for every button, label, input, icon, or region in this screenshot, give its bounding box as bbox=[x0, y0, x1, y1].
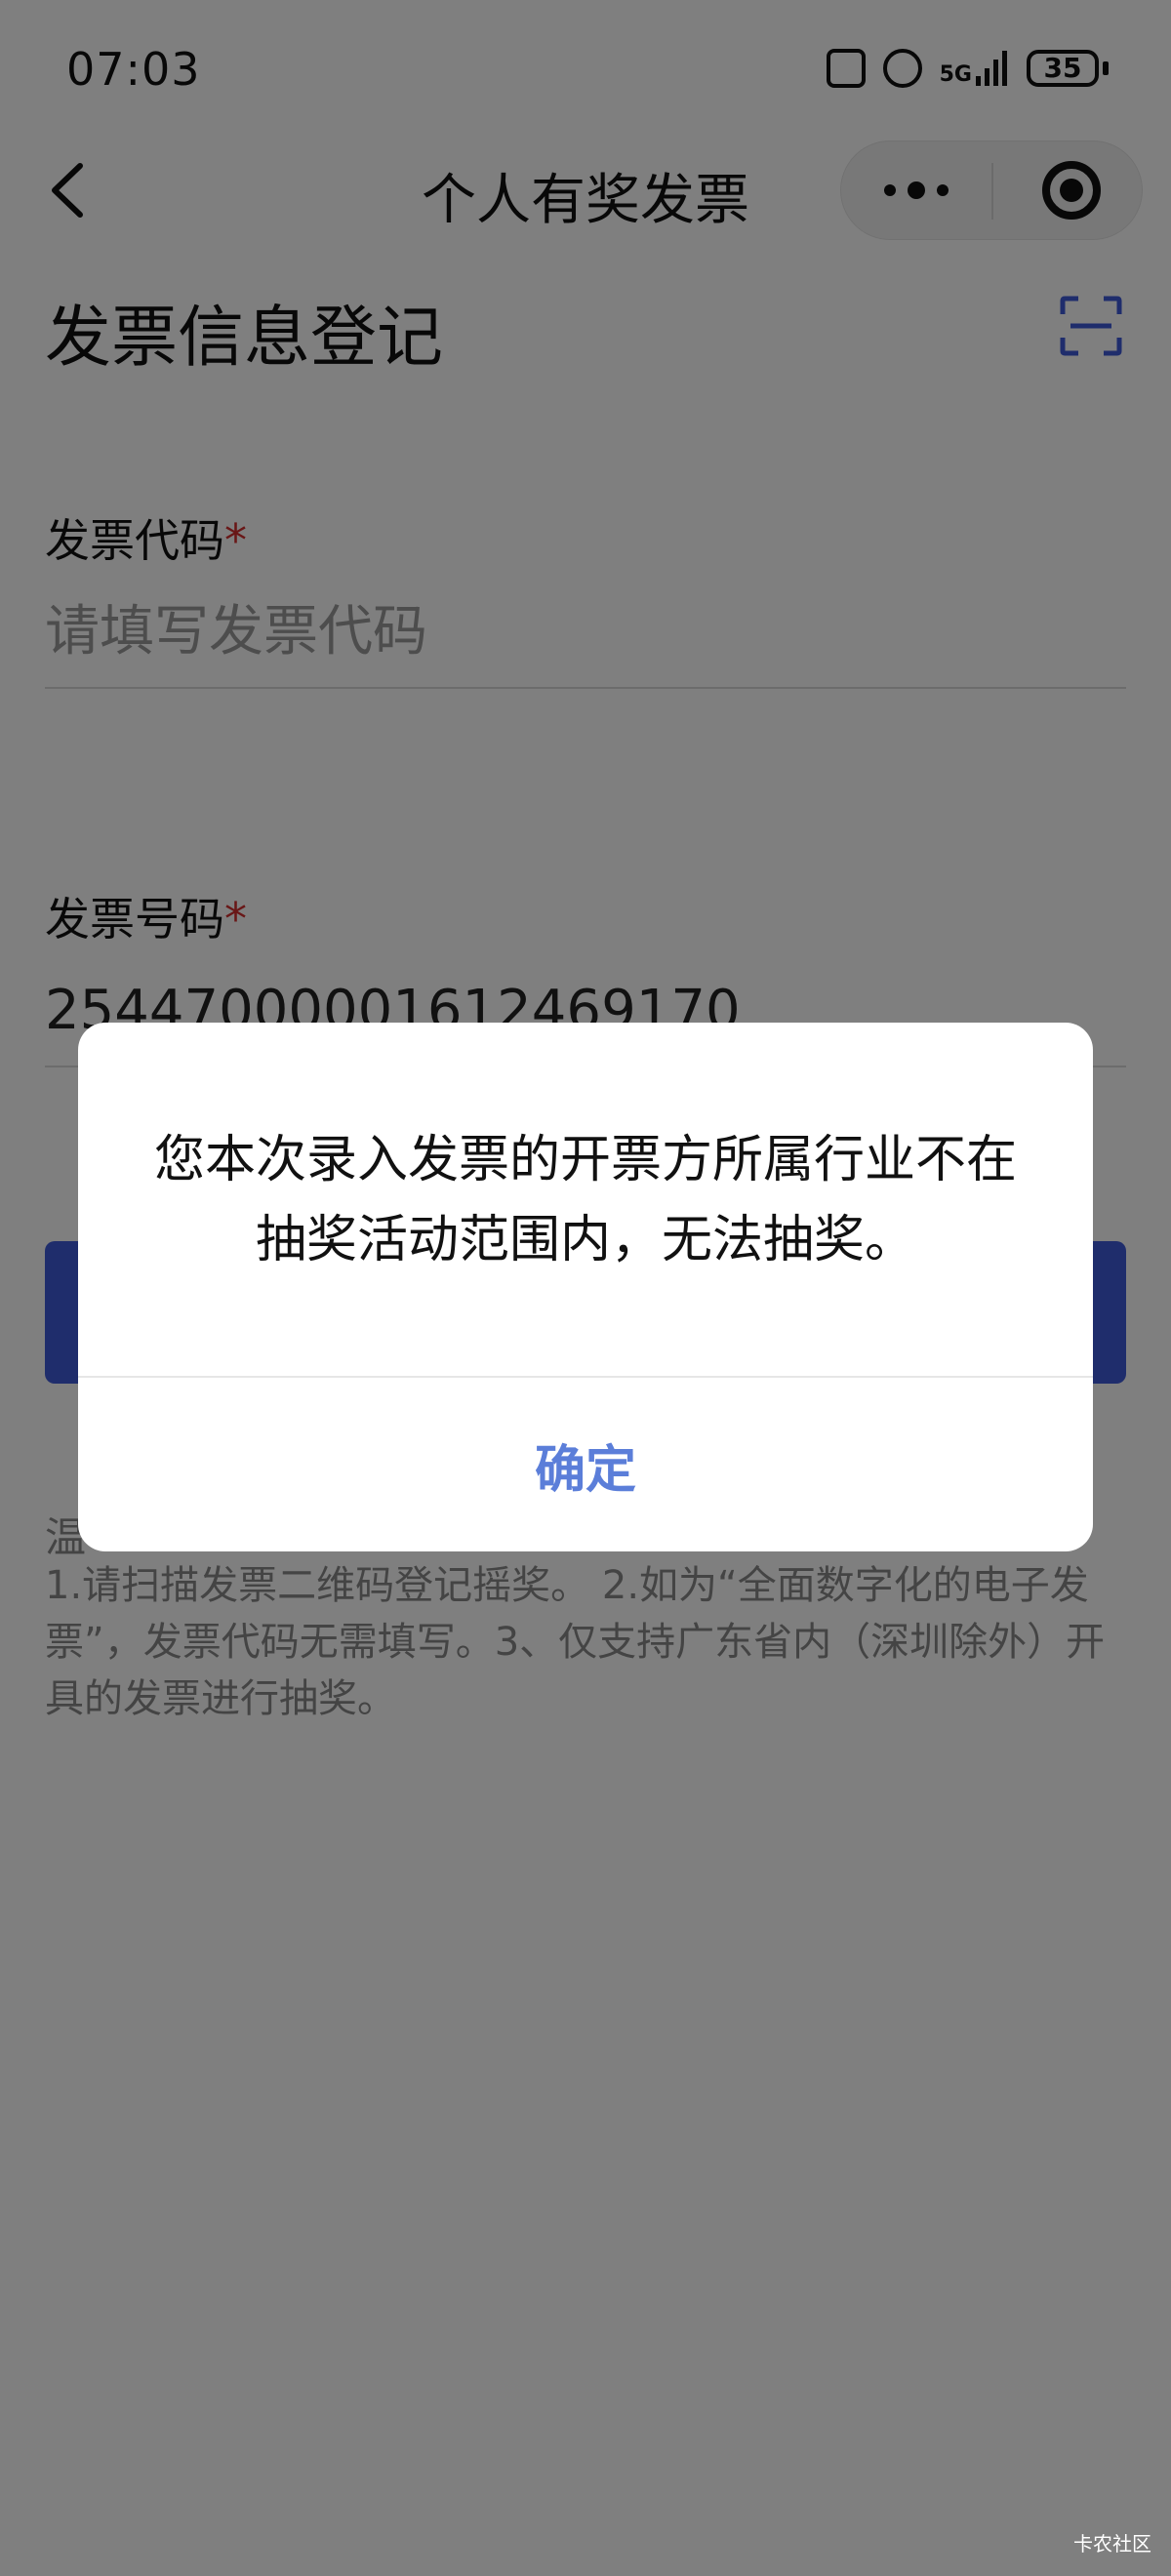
dialog-message: 您本次录入发票的开票方所属行业不在抽奖活动范围内，无法抽奖。 bbox=[153, 1131, 1017, 1269]
confirm-button[interactable]: 确定 bbox=[78, 1378, 1093, 1551]
watermark: 卡农社区 bbox=[1073, 2532, 1151, 2556]
alert-dialog: 您本次录入发票的开票方所属行业不在抽奖活动范围内，无法抽奖。 确定 bbox=[78, 1023, 1093, 1551]
invoice-page: 07:03 5G 35 个人有奖发票 发票信息登记 bbox=[0, 0, 1171, 2576]
